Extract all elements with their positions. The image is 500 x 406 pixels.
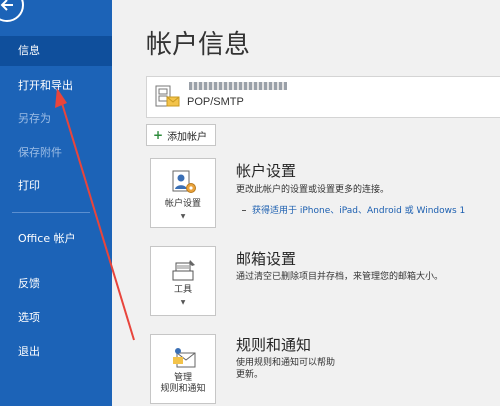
mobile-app-link[interactable]: 获得适用于 iPhone、iPad、Android 或 Windows 1 (242, 203, 465, 216)
account-type: POP/SMTP (187, 96, 244, 108)
tools-icon (171, 257, 197, 283)
sidebar-item-print[interactable]: 打印 (0, 179, 112, 193)
sidebar-item-label: 信息 (18, 44, 40, 57)
mailbox-settings-desc: 通过清空已删除项目并存档，来管理您的邮箱大小。 (236, 272, 444, 282)
tools-button[interactable]: 工具 ▼ (150, 246, 216, 316)
bullet (242, 210, 246, 211)
add-account-button[interactable]: + 添加帐户 (146, 124, 217, 146)
mailbox-settings-title: 邮箱设置 (236, 250, 297, 268)
sidebar-item-exit[interactable]: 退出 (0, 345, 112, 359)
sidebar-item-options[interactable]: 选项 (0, 311, 112, 325)
sidebar-divider (12, 212, 90, 213)
back-arrow-icon[interactable] (0, 0, 24, 22)
sidebar-item-save-attachments: 保存附件 (0, 146, 112, 160)
account-settings-title: 帐户设置 (236, 162, 297, 180)
manage-rules-button[interactable]: 管理 规则和通知 (150, 334, 216, 404)
chevron-down-icon: ▼ (180, 299, 186, 306)
rules-alerts-icon (171, 345, 197, 371)
account-selector[interactable]: POP/SMTP (146, 76, 500, 118)
rules-alerts-title: 规则和通知 (236, 336, 312, 354)
sidebar-item-label: 另存为 (18, 112, 51, 125)
page-title: 帐户信息 (146, 30, 251, 60)
plus-icon: + (153, 128, 164, 142)
sidebar-item-open-export[interactable]: 打开和导出 (0, 79, 112, 93)
account-name-redacted (189, 82, 287, 90)
sidebar-item-save-as: 另存为 (0, 112, 112, 126)
backstage-sidebar: 信息 打开和导出 另存为 保存附件 打印 Office 帐户 反馈 选项 退出 (0, 0, 112, 406)
rules-alerts-desc: 使用规则和通知可以帮助 更新。 (236, 358, 336, 380)
main-panel: 帐户信息 POP/SMTP + 添加帐户 帐户设置 ▼ 帐户设置 更改此帐户的设… (112, 0, 500, 406)
sidebar-item-label: 选项 (18, 311, 40, 324)
mobile-app-link-text: 获得适用于 iPhone、iPad、Android 或 Windows 1 (252, 206, 466, 216)
sidebar-item-info[interactable]: 信息 (0, 36, 112, 66)
sidebar-item-label: 反馈 (18, 277, 40, 290)
sidebar-item-label: 退出 (18, 345, 40, 358)
sidebar-item-label: 打印 (18, 179, 40, 192)
sidebar-item-label: Office 帐户 (18, 232, 76, 245)
sidebar-item-label: 打开和导出 (18, 79, 73, 92)
chevron-down-icon: ▼ (180, 213, 186, 220)
account-settings-button-label: 帐户设置 (164, 199, 201, 209)
account-settings-desc: 更改此帐户的设置或设置更多的连接。 (236, 185, 390, 195)
account-settings-icon (171, 169, 197, 195)
mail-account-icon (155, 85, 181, 109)
sidebar-item-label: 保存附件 (18, 146, 62, 159)
add-account-label: 添加帐户 (167, 131, 208, 143)
manage-rules-button-label: 管理 规则和通知 (160, 373, 206, 394)
sidebar-item-feedback[interactable]: 反馈 (0, 277, 112, 291)
tools-button-label: 工具 (173, 285, 192, 295)
sidebar-item-office-account[interactable]: Office 帐户 (0, 232, 80, 246)
account-settings-button[interactable]: 帐户设置 ▼ (150, 158, 216, 228)
